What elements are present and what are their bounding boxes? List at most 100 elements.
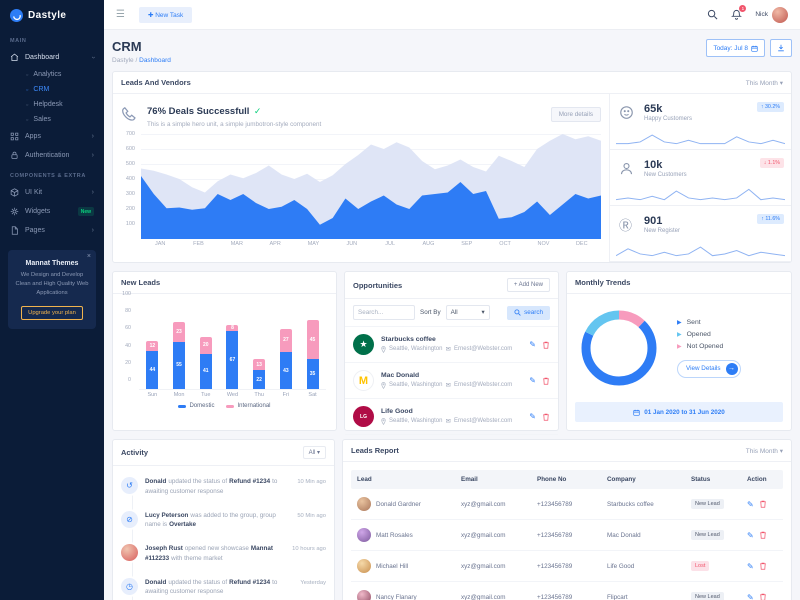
bar-column: 2041 xyxy=(194,304,218,389)
edit-pencil-icon[interactable]: ✎ xyxy=(747,562,754,571)
download-icon xyxy=(777,44,785,52)
delete-trash-icon[interactable] xyxy=(542,377,550,385)
more-details-button[interactable]: More details xyxy=(551,107,601,122)
delete-trash-icon[interactable] xyxy=(759,531,767,539)
sort-select[interactable]: All▾ xyxy=(446,305,490,320)
lead-company: Mac Donald xyxy=(601,524,685,547)
sidebar-subitem[interactable]: Helpdesk xyxy=(0,97,104,112)
card-title: Opportunities xyxy=(353,281,402,290)
table-row[interactable]: Donald Gardner xyz@gmail.com +123456789 … xyxy=(351,489,783,520)
sidebar-subitem[interactable]: CRM xyxy=(0,82,104,97)
activity-mid: opened new showcase xyxy=(185,545,249,552)
user-menu[interactable]: Nick xyxy=(755,7,788,23)
edit-pencil-icon[interactable]: ✎ xyxy=(529,340,536,349)
table-row[interactable]: Nancy Flanary xyz@gmail.com +123456789 F… xyxy=(351,582,783,600)
vendor-city: Seattle, Washington xyxy=(389,382,442,388)
download-button[interactable] xyxy=(770,39,792,57)
bar-column: 2355 xyxy=(167,304,191,389)
new-leads-card: New Leads 020406080100 12442355204186713… xyxy=(112,271,337,431)
monthly-trends-donut-chart xyxy=(577,306,661,390)
view-details-button[interactable]: View Details → xyxy=(677,360,741,378)
sidebar-item-authentication[interactable]: Authentication › xyxy=(0,146,104,165)
vendor-email: Ernest@Webster.com xyxy=(454,346,512,352)
search-icon[interactable] xyxy=(707,9,718,20)
leads-and-vendors-card: Leads And Vendors This Month ▾ 76% Deals… xyxy=(112,71,792,263)
add-new-button[interactable]: + Add New xyxy=(507,278,550,292)
vendor-name: Mac Donald xyxy=(381,372,522,379)
bar-column: 1244 xyxy=(140,304,164,389)
delete-trash-icon[interactable] xyxy=(759,593,767,600)
period-dropdown[interactable]: This Month ▾ xyxy=(746,79,783,87)
envelope-icon: ✉ xyxy=(445,345,450,353)
edit-pencil-icon[interactable]: ✎ xyxy=(747,531,754,540)
user-avatar xyxy=(772,7,788,23)
sidebar-subitem[interactable]: Sales xyxy=(0,112,104,127)
sidebar-subitem[interactable]: Analytics xyxy=(0,67,104,82)
date-range-button[interactable]: 01 Jan 2020 to 31 Jun 2020 xyxy=(575,402,783,422)
chevron-right-icon: › xyxy=(92,152,94,159)
breadcrumb-parent[interactable]: Dastyle xyxy=(112,57,134,64)
table-row[interactable]: Matt Rosales xyz@gmail.com +123456789 Ma… xyxy=(351,520,783,551)
sidebar-item-dashboard[interactable]: Dashboard › xyxy=(0,48,104,67)
stat-block: 10k New Customers 1.1% xyxy=(610,150,791,206)
hamburger-menu-icon[interactable]: ☰ xyxy=(116,9,125,20)
column-header: Status xyxy=(685,470,741,489)
notifications-bell-icon[interactable]: 1 xyxy=(731,9,742,20)
sidebar-item-pages[interactable]: Pages › xyxy=(0,221,104,240)
table-row[interactable]: Michael Hill xyz@gmail.com +123456789 Li… xyxy=(351,551,783,582)
sidebar-item-ui-kit[interactable]: UI Kit › xyxy=(0,183,104,202)
lead-phone: +123456789 xyxy=(531,586,601,600)
activity-filter-dropdown[interactable]: All ▾ xyxy=(303,446,326,459)
stat-label: New Register xyxy=(644,228,783,234)
vendor-city: Seattle, Washington xyxy=(389,418,442,424)
close-icon[interactable]: × xyxy=(87,253,91,260)
legend-international: International xyxy=(226,403,270,409)
hero-headline: 76% Deals Successfull xyxy=(147,106,249,117)
edit-pencil-icon[interactable]: ✎ xyxy=(747,593,754,600)
bar-chart-x-axis: SunMonTueWedThuFriSat xyxy=(113,390,336,398)
bar-column: 867 xyxy=(220,304,244,389)
today-date-button[interactable]: Today: Jul 8 xyxy=(706,39,765,57)
legend-label: International xyxy=(237,403,270,409)
sidebar-item-apps[interactable]: Apps › xyxy=(0,127,104,146)
vendor-name: Starbucks coffee xyxy=(381,336,522,343)
period-dropdown[interactable]: This Month ▾ xyxy=(746,447,783,455)
date-range-label: 01 Jan 2020 to 31 Jun 2020 xyxy=(644,409,725,416)
location-pin-icon xyxy=(381,382,386,389)
main-content: CRM Dastyle / Dashboard Today: Jul 8 xyxy=(104,30,800,600)
delete-trash-icon[interactable] xyxy=(759,562,767,570)
hero-subtitle: This is a simple hero unit, a simple jum… xyxy=(147,121,321,128)
lead-phone: +123456789 xyxy=(531,493,601,516)
upgrade-plan-button[interactable]: Upgrade your plan xyxy=(21,306,83,320)
menu-label-components: COMPONENTS & EXTRA xyxy=(0,165,104,183)
edit-pencil-icon[interactable]: ✎ xyxy=(529,412,536,421)
activity-item: Donaldupdated the status ofRefund #1234t… xyxy=(113,470,334,504)
edit-pencil-icon[interactable]: ✎ xyxy=(747,500,754,509)
vendor-row[interactable]: Starbucks coffee Seattle, Washington ✉ E… xyxy=(345,327,558,363)
box-icon xyxy=(10,188,19,197)
bar-chart-plot: 124423552041867132227434535 xyxy=(139,304,326,390)
sparkline-chart xyxy=(616,187,785,202)
today-label: Today: Jul 8 xyxy=(713,45,748,52)
search-button[interactable]: search xyxy=(507,306,550,320)
delete-trash-icon[interactable] xyxy=(759,500,767,508)
sidebar-item-widgets[interactable]: Widgets New xyxy=(0,202,104,221)
activity-time: 10 Min ago xyxy=(286,477,326,497)
delete-trash-icon[interactable] xyxy=(542,413,550,421)
lead-name: Michael Hill xyxy=(376,563,408,570)
table-header-row: Lead Email Phone No Company Status Actio… xyxy=(351,470,783,489)
new-task-button[interactable]: ✚ New Task xyxy=(139,7,192,23)
card-title: New Leads xyxy=(121,278,160,287)
delete-trash-icon[interactable] xyxy=(542,341,550,349)
donut-legend: ▶Sent ▶Opened ▶Not Opened View Details → xyxy=(677,319,741,378)
brand[interactable]: Dastyle xyxy=(0,0,104,30)
vendor-row[interactable]: Mac Donald Seattle, Washington ✉ Ernest@… xyxy=(345,363,558,399)
opportunities-search-input[interactable] xyxy=(353,305,415,320)
avatar xyxy=(357,528,371,542)
activity-card: Activity All ▾ Donaldupdated the status … xyxy=(112,439,335,600)
vendor-row[interactable]: Life Good Seattle, Washington ✉ Ernest@W… xyxy=(345,399,558,435)
lead-email: xyz@gmail.com xyxy=(455,524,531,547)
legend-sent: ▶Sent xyxy=(677,319,741,326)
edit-pencil-icon[interactable]: ✎ xyxy=(529,376,536,385)
area-chart-x-axis: JANFEBMARAPRMAYJUNJULAUGSEPOCTNOVDEC xyxy=(141,239,601,247)
